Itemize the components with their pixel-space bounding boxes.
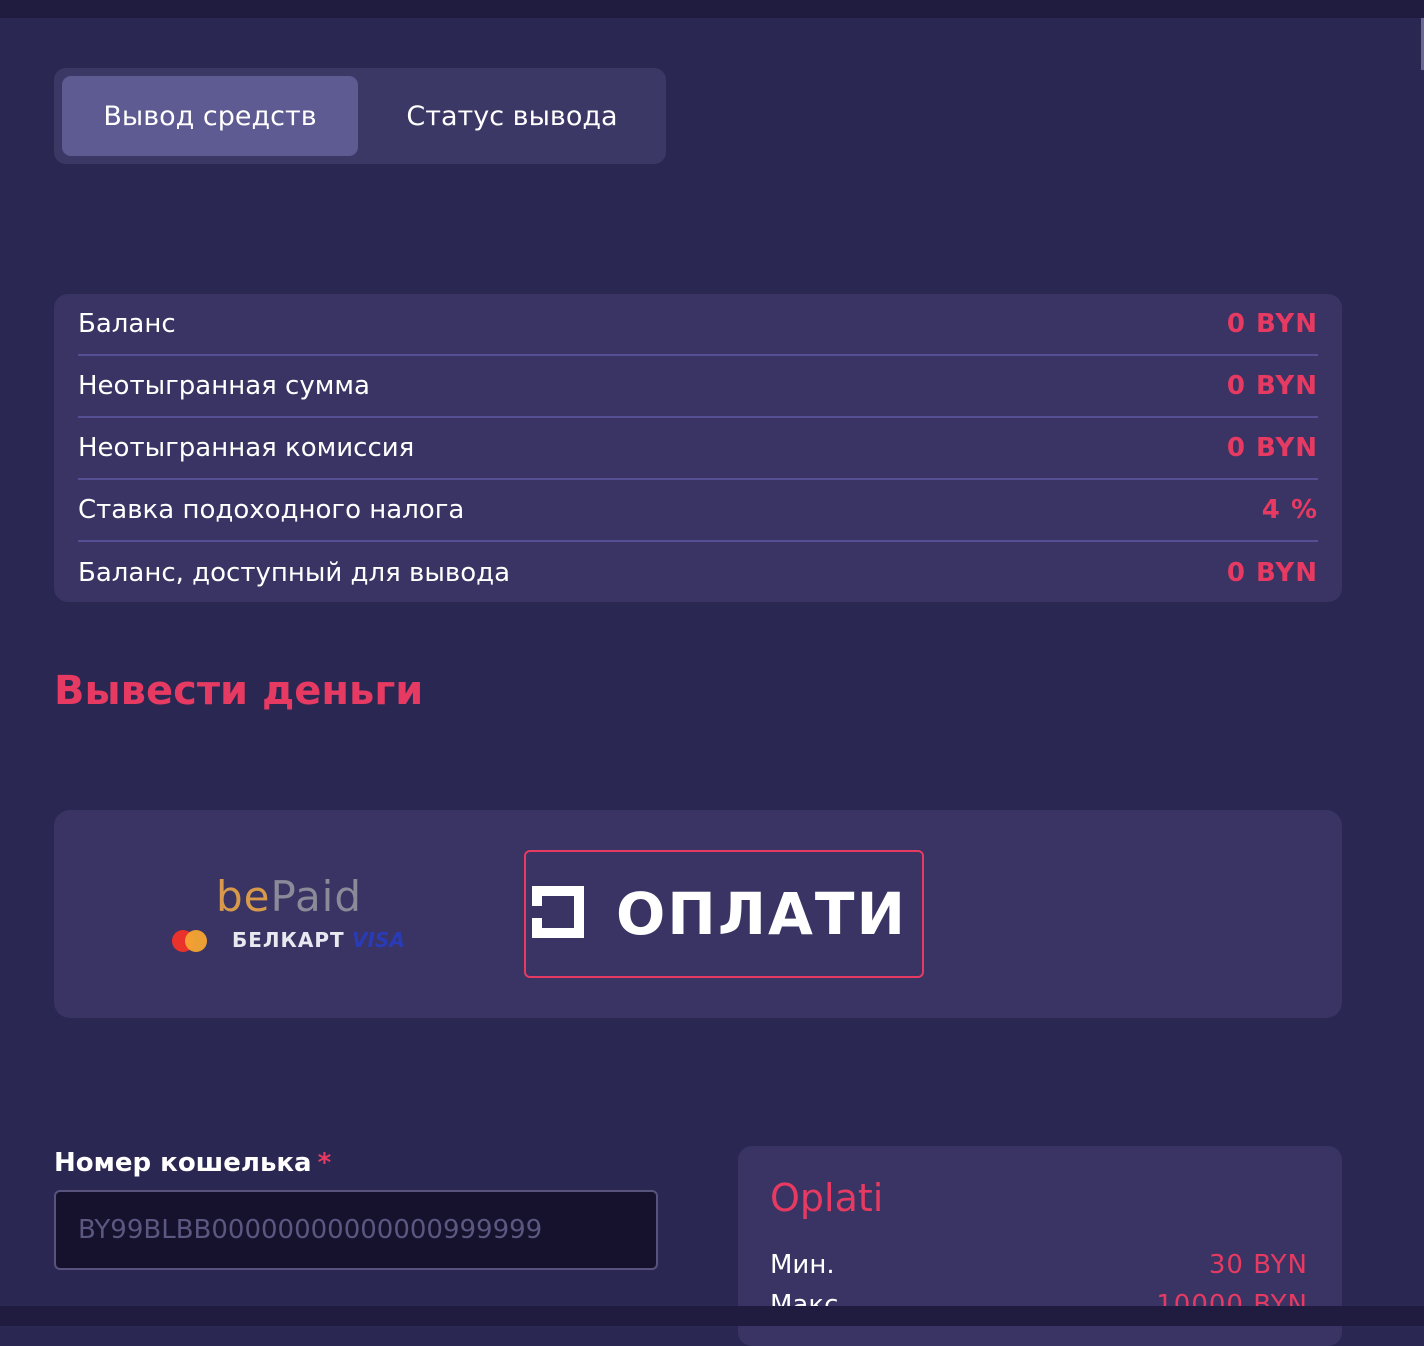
bepaid-method[interactable]: bePaid БЕЛКАРТ VISA xyxy=(164,866,414,966)
balance-summary: Баланс 0 BYN Неотыгранная сумма 0 BYN Не… xyxy=(54,294,1342,602)
unplayed-amount-row: Неотыгранная сумма 0 BYN xyxy=(78,356,1318,418)
min-limit-row: Мин. 30 BYN xyxy=(770,1250,1308,1280)
belkart-logo: БЕЛКАРТ xyxy=(232,928,345,952)
bottom-bar xyxy=(0,1306,1424,1326)
oplati-logo: ОПЛАТИ xyxy=(616,880,908,948)
min-limit-label: Мин. xyxy=(770,1250,835,1280)
income-tax-label: Ставка подоходного налога xyxy=(78,495,465,525)
bepaid-logo-paid: Paid xyxy=(270,872,363,921)
withdraw-tabs: Вывод средств Статус вывода xyxy=(54,68,666,164)
wallet-number-label: Номер кошелька * xyxy=(54,1148,331,1178)
bepaid-logo-be: be xyxy=(216,872,271,921)
income-tax-value: 4 % xyxy=(1261,495,1318,525)
required-mark: * xyxy=(317,1148,332,1178)
unplayed-amount-value: 0 BYN xyxy=(1226,371,1318,401)
mastercard-icon xyxy=(172,930,208,952)
unplayed-amount-label: Неотыгранная сумма xyxy=(78,371,370,401)
balance-row: Баланс 0 BYN xyxy=(78,294,1318,356)
visa-logo: VISA xyxy=(352,928,405,952)
payment-methods: bePaid БЕЛКАРТ VISA ОПЛАТИ xyxy=(54,810,1342,1018)
available-balance-value: 0 BYN xyxy=(1226,558,1318,588)
balance-label: Баланс xyxy=(78,309,176,339)
wallet-number-label-text: Номер кошелька xyxy=(54,1148,312,1178)
tab-withdraw-status[interactable]: Статус вывода xyxy=(366,76,658,156)
min-limit-value: 30 BYN xyxy=(1208,1250,1308,1280)
tab-withdraw-funds[interactable]: Вывод средств xyxy=(62,76,358,156)
wallet-number-input[interactable] xyxy=(54,1190,658,1270)
balance-value: 0 BYN xyxy=(1226,309,1318,339)
top-bar xyxy=(0,0,1424,18)
unplayed-commission-value: 0 BYN xyxy=(1226,433,1318,463)
oplati-method[interactable]: ОПЛАТИ xyxy=(524,850,924,978)
available-balance-row: Баланс, доступный для вывода 0 BYN xyxy=(78,542,1318,604)
unplayed-commission-row: Неотыгранная комиссия 0 BYN xyxy=(78,418,1318,480)
available-balance-label: Баланс, доступный для вывода xyxy=(78,558,511,588)
unplayed-commission-label: Неотыгранная комиссия xyxy=(78,433,415,463)
oplati-square-icon xyxy=(532,886,584,938)
withdraw-title: Вывести деньги xyxy=(54,668,424,714)
income-tax-row: Ставка подоходного налога 4 % xyxy=(78,480,1318,542)
bepaid-logo: bePaid xyxy=(216,872,362,921)
limits-title: Oplati xyxy=(770,1176,884,1220)
